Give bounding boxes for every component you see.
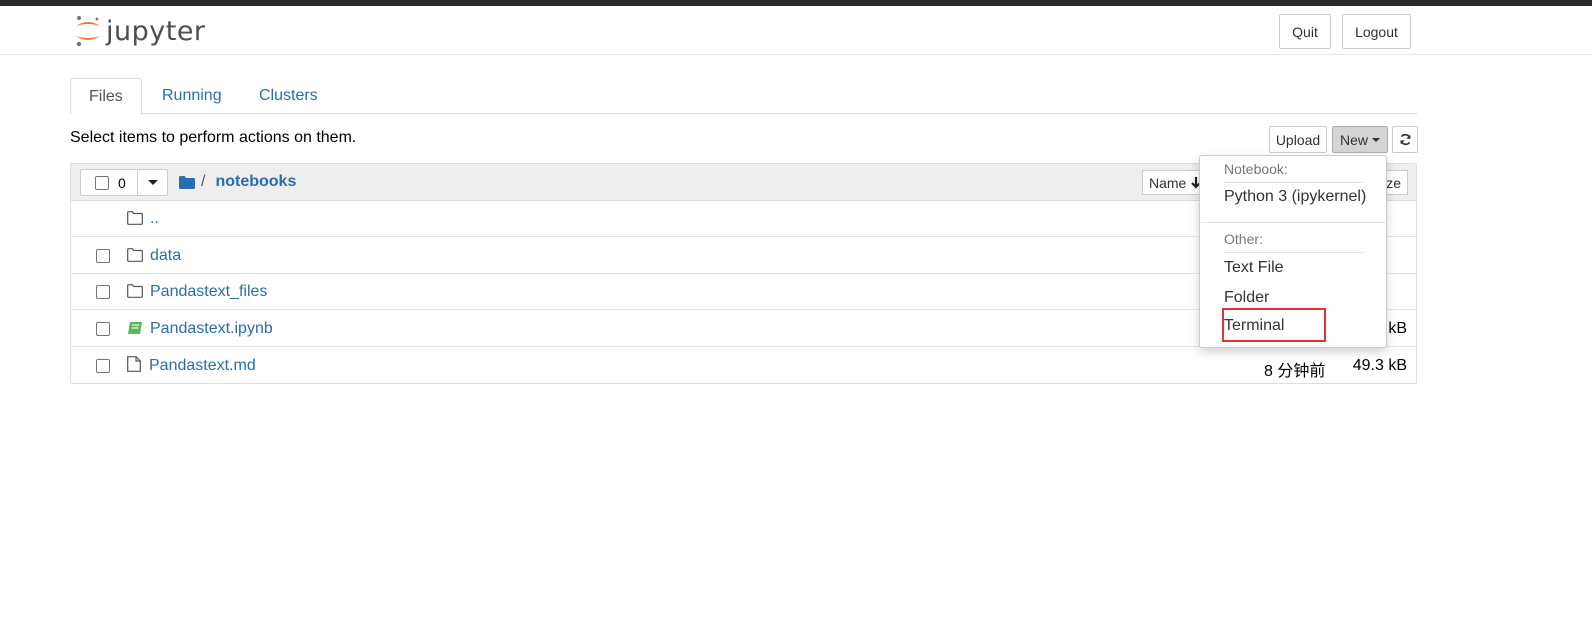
menu-item-python3[interactable]: Python 3 (ipykernel): [1224, 188, 1366, 206]
menu-section-other: Other:: [1224, 231, 1263, 247]
item-modified: 8 分钟前: [1264, 363, 1326, 380]
new-button-label: New: [1339, 131, 1368, 148]
menu-item-text-file[interactable]: Text File: [1224, 259, 1284, 277]
refresh-icon: [1399, 134, 1411, 145]
item-name[interactable]: Pandastext.ipynb: [150, 320, 273, 338]
folder-outline-icon: [127, 211, 143, 225]
item-checkbox[interactable]: [96, 285, 110, 299]
selected-count: 0: [118, 174, 126, 191]
notebook-icon: [128, 322, 142, 334]
caret-down-icon: [147, 180, 158, 185]
new-dropdown-button[interactable]: New: [1332, 126, 1388, 153]
new-dropdown-menu: Notebook: Python 3 (ipykernel) Other: Te…: [1199, 155, 1387, 348]
sort-name-label: Name: [1149, 174, 1187, 191]
folder-outline-icon: [127, 284, 143, 298]
file-icon: [127, 356, 141, 372]
refresh-button[interactable]: [1392, 126, 1418, 153]
select-all-group: 0: [80, 169, 168, 196]
logo-text: jupyter: [106, 15, 206, 47]
item-name[interactable]: Pandastext_files: [150, 283, 267, 301]
menu-section-rule: [1224, 182, 1363, 183]
folder-icon[interactable]: [179, 175, 195, 189]
select-menu-button[interactable]: [138, 170, 167, 195]
item-name[interactable]: Pandastext.md: [149, 357, 256, 375]
tab-clusters[interactable]: Clusters: [241, 78, 336, 114]
list-item[interactable]: Pandastext.md 8 分钟前 49.3 kB: [71, 348, 1416, 384]
tab-bar: Files Running Clusters: [70, 78, 1417, 115]
tab-files[interactable]: Files: [70, 78, 142, 115]
breadcrumb: / notebooks: [179, 173, 296, 191]
menu-section-notebook: Notebook:: [1224, 161, 1288, 177]
terminal-highlight-box: [1222, 308, 1326, 342]
header-bar: jupyter Quit Logout: [0, 6, 1592, 55]
item-name[interactable]: data: [150, 247, 181, 265]
quit-button[interactable]: Quit: [1279, 14, 1331, 49]
upload-button[interactable]: Upload: [1269, 126, 1327, 153]
select-all-toggle[interactable]: 0: [81, 170, 138, 195]
menu-section-rule: [1224, 252, 1363, 253]
logout-button[interactable]: Logout: [1342, 14, 1411, 49]
breadcrumb-current-dir[interactable]: notebooks: [215, 173, 296, 191]
caret-down-icon: [1372, 137, 1380, 142]
breadcrumb-separator: /: [201, 173, 206, 190]
selection-hint: Select items to perform actions on them.: [70, 129, 357, 146]
item-checkbox[interactable]: [96, 359, 110, 373]
item-size: kB: [1388, 320, 1407, 337]
jupyter-logo-icon: [76, 16, 100, 47]
folder-outline-icon: [127, 248, 143, 262]
select-all-checkbox[interactable]: [95, 175, 109, 190]
tab-running[interactable]: Running: [144, 78, 240, 114]
jupyter-logo[interactable]: jupyter: [74, 14, 206, 48]
item-checkbox[interactable]: [96, 249, 110, 263]
item-name[interactable]: ..: [150, 210, 159, 228]
menu-item-folder[interactable]: Folder: [1224, 289, 1269, 307]
item-size: 49.3 kB: [1352, 357, 1407, 374]
menu-divider: [1201, 222, 1387, 223]
item-checkbox[interactable]: [96, 322, 110, 336]
